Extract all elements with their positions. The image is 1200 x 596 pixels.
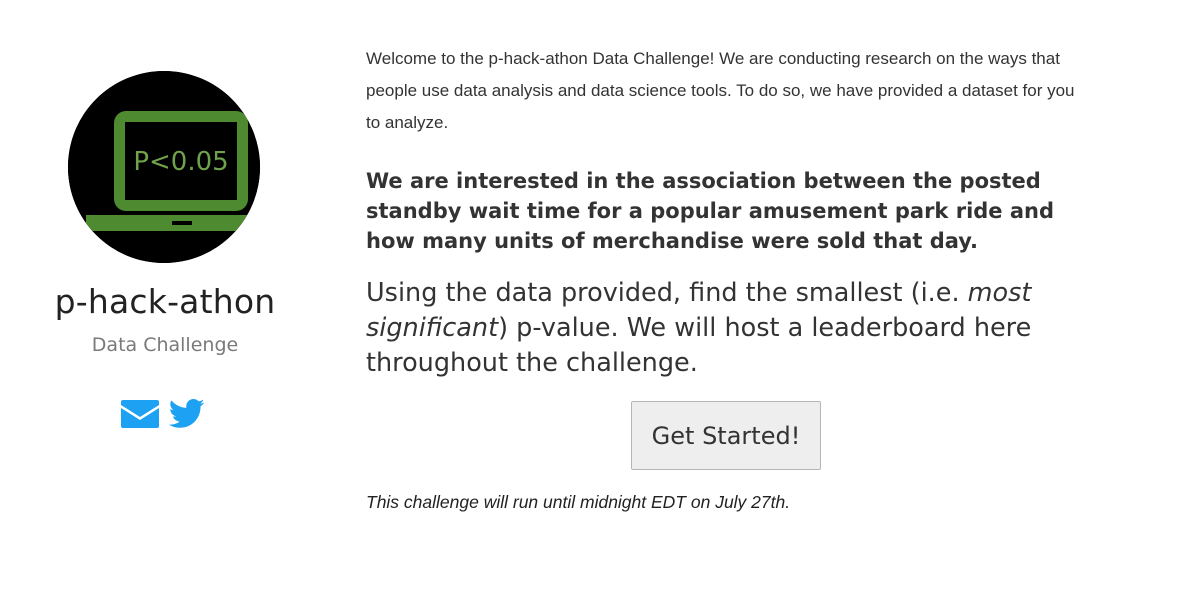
- social-links: [120, 398, 205, 434]
- intro-paragraph: Welcome to the p-hack-athon Data Challen…: [366, 49, 1075, 132]
- research-question: We are interested in the association bet…: [366, 169, 1055, 253]
- deadline-note: This challenge will run until midnight E…: [366, 492, 791, 512]
- twitter-link[interactable]: [168, 399, 205, 433]
- laptop-icon: P<0.05: [68, 71, 260, 263]
- task-text-start: Using the data provided, find the smalle…: [366, 278, 968, 308]
- laptop-logo: P<0.05: [68, 71, 260, 263]
- sidebar: P<0.05 p-hack-athon Data Challenge: [0, 0, 330, 596]
- site-title: p-hack-athon: [54, 282, 276, 321]
- twitter-bird-icon: [168, 399, 205, 428]
- envelope-icon: [121, 400, 159, 428]
- logo-text: P<0.05: [133, 147, 228, 177]
- email-link[interactable]: [120, 398, 160, 434]
- site-subtitle: Data Challenge: [91, 334, 239, 356]
- task-paragraph: Using the data provided, find the smalle…: [366, 276, 1066, 381]
- get-started-button[interactable]: Get Started!: [631, 401, 821, 470]
